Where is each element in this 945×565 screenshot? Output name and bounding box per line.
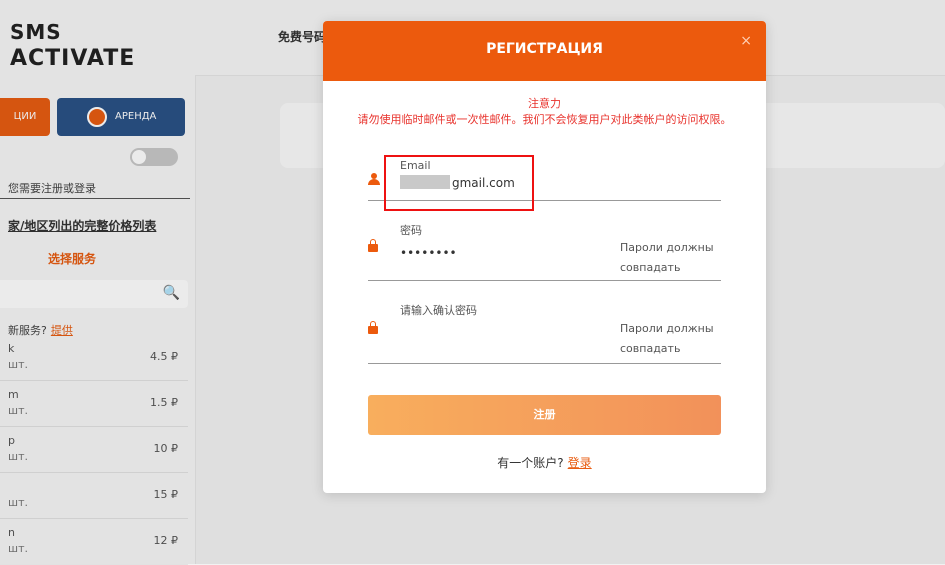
- lock-icon: [368, 321, 378, 334]
- annotation-highlight: [384, 155, 534, 211]
- password-value: ••••••••: [400, 246, 457, 260]
- have-account-text: 有一个账户?: [497, 456, 564, 470]
- confirm-password-label: 请输入确认密码: [400, 304, 477, 317]
- password-field[interactable]: 密码 •••••••• Пароли должны совпадать: [368, 220, 721, 281]
- registration-modal: РЕГИСТРАЦИЯ × 注意力 请勿使用临时邮件或一次性邮件。我们不会恢复用…: [323, 21, 766, 493]
- modal-title: РЕГИСТРАЦИЯ: [486, 41, 603, 57]
- lock-icon: [368, 239, 378, 252]
- close-icon[interactable]: ×: [740, 33, 752, 49]
- password-hint: Пароли должны совпадать: [620, 241, 714, 274]
- confirm-password-hint: Пароли должны совпадать: [620, 322, 714, 355]
- notice-title: 注意力: [528, 97, 561, 110]
- password-label: 密码: [400, 224, 422, 237]
- login-prompt: 有一个账户? 登录: [323, 454, 766, 471]
- modal-header: РЕГИСТРАЦИЯ ×: [323, 21, 766, 81]
- user-icon: [368, 173, 380, 185]
- notice: 注意力 请勿使用临时邮件或一次性邮件。我们不会恢复用户对此类帐户的访问权限。: [353, 96, 736, 128]
- login-link[interactable]: 登录: [568, 456, 592, 470]
- register-button[interactable]: 注册: [368, 395, 721, 435]
- confirm-password-field[interactable]: 请输入确认密码 Пароли должны совпадать: [368, 302, 721, 364]
- notice-body: 请勿使用临时邮件或一次性邮件。我们不会恢复用户对此类帐户的访问权限。: [357, 113, 732, 126]
